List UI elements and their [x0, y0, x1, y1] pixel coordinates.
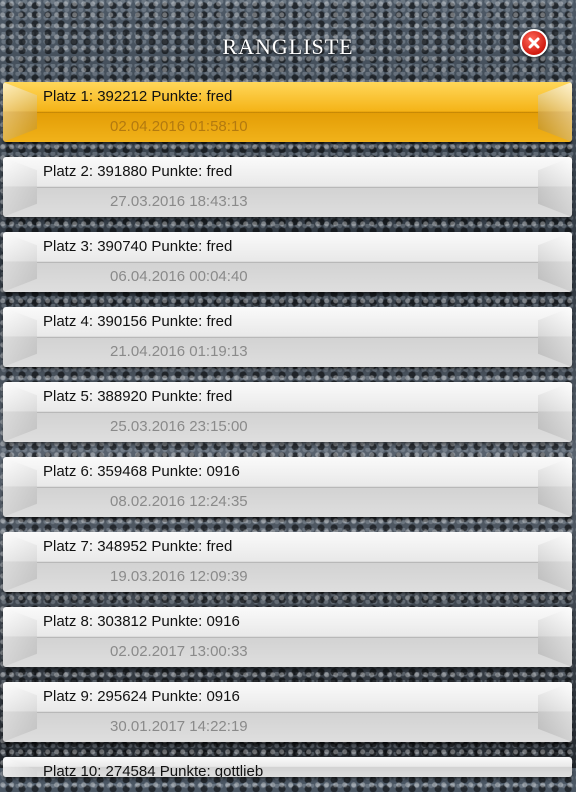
- row-bevel: [538, 532, 572, 592]
- row-bevel: [3, 682, 37, 742]
- ranking-row-9[interactable]: Platz 9: 295624 Punkte: 0916 30.01.2017 …: [3, 682, 572, 742]
- close-icon: [528, 37, 540, 49]
- ranking-date: 30.01.2017 14:22:19: [110, 718, 248, 735]
- ranking-row-4[interactable]: Platz 4: 390156 Punkte: fred 21.04.2016 …: [3, 307, 572, 367]
- ranking-date: 27.03.2016 18:43:13: [110, 193, 248, 210]
- row-bevel: [538, 157, 572, 217]
- ranking-row-10[interactable]: Platz 10: 274584 Punkte: gottlieb: [3, 757, 572, 777]
- row-bevel: [3, 532, 37, 592]
- row-divider: [37, 487, 538, 488]
- row-divider: [37, 112, 538, 113]
- row-bevel: [3, 757, 37, 777]
- ranking-label: Platz 4: 390156 Punkte: fred: [43, 313, 233, 330]
- ranking-date: 02.02.2017 13:00:33: [110, 643, 248, 660]
- row-divider: [37, 637, 538, 638]
- row-bevel: [3, 82, 37, 142]
- ranking-date: 21.04.2016 01:19:13: [110, 343, 248, 360]
- ranking-row-6[interactable]: Platz 6: 359468 Punkte: 0916 08.02.2016 …: [3, 457, 572, 517]
- ranking-row-5[interactable]: Platz 5: 388920 Punkte: fred 25.03.2016 …: [3, 382, 572, 442]
- row-bevel: [538, 382, 572, 442]
- row-divider: [37, 187, 538, 188]
- row-bevel: [538, 307, 572, 367]
- row-divider: [37, 412, 538, 413]
- ranking-date: 06.04.2016 00:04:40: [110, 268, 248, 285]
- row-divider: [37, 337, 538, 338]
- row-bevel: [538, 82, 572, 142]
- ranking-row-8[interactable]: Platz 8: 303812 Punkte: 0916 02.02.2017 …: [3, 607, 572, 667]
- ranking-row-1[interactable]: Platz 1: 392212 Punkte: fred 02.04.2016 …: [3, 82, 572, 142]
- ranking-date: 25.03.2016 23:15:00: [110, 418, 248, 435]
- row-divider: [37, 262, 538, 263]
- ranking-label: Platz 1: 392212 Punkte: fred: [43, 88, 233, 105]
- close-button[interactable]: [520, 29, 548, 57]
- ranking-row-7[interactable]: Platz 7: 348952 Punkte: fred 19.03.2016 …: [3, 532, 572, 592]
- ranking-date: 08.02.2016 12:24:35: [110, 493, 248, 510]
- row-bevel: [3, 157, 37, 217]
- ranking-label: Platz 5: 388920 Punkte: fred: [43, 388, 233, 405]
- row-bevel: [3, 457, 37, 517]
- ranking-label: Platz 9: 295624 Punkte: 0916: [43, 688, 240, 705]
- ranking-list: Platz 1: 392212 Punkte: fred 02.04.2016 …: [3, 82, 572, 792]
- row-bevel: [3, 307, 37, 367]
- row-bevel: [3, 232, 37, 292]
- ranking-date: 02.04.2016 01:58:10: [110, 118, 248, 135]
- ranking-label: Platz 7: 348952 Punkte: fred: [43, 538, 233, 555]
- row-bevel: [3, 382, 37, 442]
- row-divider: [37, 712, 538, 713]
- row-divider: [37, 562, 538, 563]
- ranking-label: Platz 8: 303812 Punkte: 0916: [43, 613, 240, 630]
- page-title: RANGLISTE: [222, 34, 354, 59]
- row-bevel: [3, 607, 37, 667]
- row-bevel: [538, 232, 572, 292]
- ranking-date: 19.03.2016 12:09:39: [110, 568, 248, 585]
- row-bevel: [538, 607, 572, 667]
- ranking-label: Platz 2: 391880 Punkte: fred: [43, 163, 233, 180]
- ranking-label: Platz 10: 274584 Punkte: gottlieb: [43, 763, 264, 777]
- ranking-label: Platz 6: 359468 Punkte: 0916: [43, 463, 240, 480]
- row-bevel: [538, 457, 572, 517]
- ranking-row-3[interactable]: Platz 3: 390740 Punkte: fred 06.04.2016 …: [3, 232, 572, 292]
- row-bevel: [538, 682, 572, 742]
- ranking-row-2[interactable]: Platz 2: 391880 Punkte: fred 27.03.2016 …: [3, 157, 572, 217]
- ranking-label: Platz 3: 390740 Punkte: fred: [43, 238, 233, 255]
